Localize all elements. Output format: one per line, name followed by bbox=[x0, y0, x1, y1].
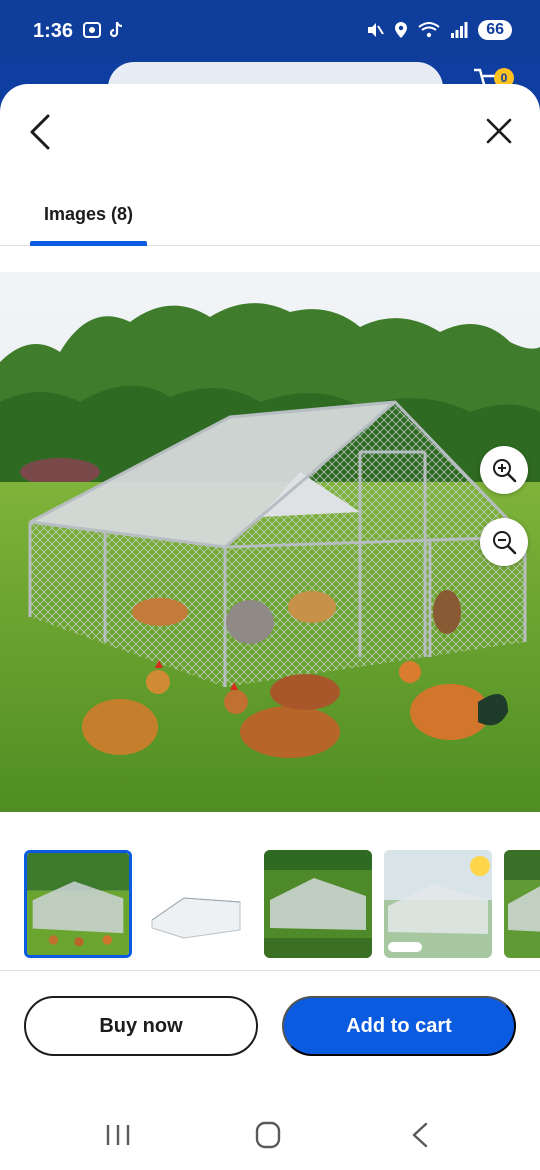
thumbnail-dimensions-image bbox=[144, 850, 252, 958]
mute-icon bbox=[368, 23, 385, 37]
thumbnail-strip bbox=[24, 848, 540, 958]
thumbnail-coop-side-image bbox=[504, 850, 540, 958]
tab-images-label: Images (8) bbox=[43, 204, 134, 224]
wifi-icon bbox=[418, 22, 440, 38]
thumbnail-small-animals-image bbox=[264, 850, 372, 958]
system-navigation-bar bbox=[0, 1094, 540, 1170]
thumbnail-5[interactable] bbox=[504, 850, 540, 958]
system-icons: 66 bbox=[366, 20, 512, 40]
tab-bar: Images (8) bbox=[0, 188, 540, 246]
status-time: 1:36 bbox=[33, 20, 74, 42]
image-gallery-sheet: Images (8) Buy now Add to cart bbox=[0, 84, 540, 1170]
zoom-in-button[interactable] bbox=[480, 446, 528, 494]
recent-apps-icon bbox=[106, 1125, 130, 1145]
system-back-button[interactable] bbox=[400, 1120, 440, 1150]
home-icon bbox=[255, 1121, 281, 1149]
actions-divider bbox=[0, 970, 540, 971]
notification-icons bbox=[82, 20, 126, 40]
chevron-left-icon bbox=[30, 114, 50, 150]
add-to-cart-button[interactable]: Add to cart bbox=[282, 996, 516, 1056]
tiktok-icon bbox=[109, 21, 123, 38]
close-button[interactable] bbox=[484, 116, 514, 146]
battery-indicator: 66 bbox=[478, 20, 512, 40]
thumbnail-4[interactable] bbox=[384, 850, 492, 958]
screenshot-icon bbox=[83, 22, 101, 38]
close-icon bbox=[486, 118, 512, 144]
thumbnail-3[interactable] bbox=[264, 850, 372, 958]
zoom-out-icon bbox=[493, 531, 517, 555]
status-bar: 1:36 66 bbox=[0, 0, 540, 62]
thumbnail-weatherproof-image bbox=[384, 850, 492, 958]
tab-images[interactable]: Images (8) bbox=[30, 188, 147, 246]
zoom-out-button[interactable] bbox=[480, 518, 528, 566]
signal-icon bbox=[451, 22, 468, 38]
tab-active-indicator bbox=[30, 241, 147, 246]
zoom-in-icon bbox=[493, 459, 517, 483]
location-icon bbox=[395, 22, 408, 38]
buy-now-button[interactable]: Buy now bbox=[24, 996, 258, 1056]
back-arrow-icon bbox=[412, 1122, 428, 1148]
main-product-image[interactable] bbox=[0, 272, 540, 812]
thumbnail-coop-image bbox=[27, 853, 129, 955]
chicken-coop-photo bbox=[0, 272, 540, 812]
recent-apps-button[interactable] bbox=[98, 1120, 138, 1150]
home-button[interactable] bbox=[248, 1120, 288, 1150]
back-button[interactable] bbox=[26, 112, 58, 152]
thumbnail-2[interactable] bbox=[144, 850, 252, 958]
thumbnail-1[interactable] bbox=[24, 850, 132, 958]
